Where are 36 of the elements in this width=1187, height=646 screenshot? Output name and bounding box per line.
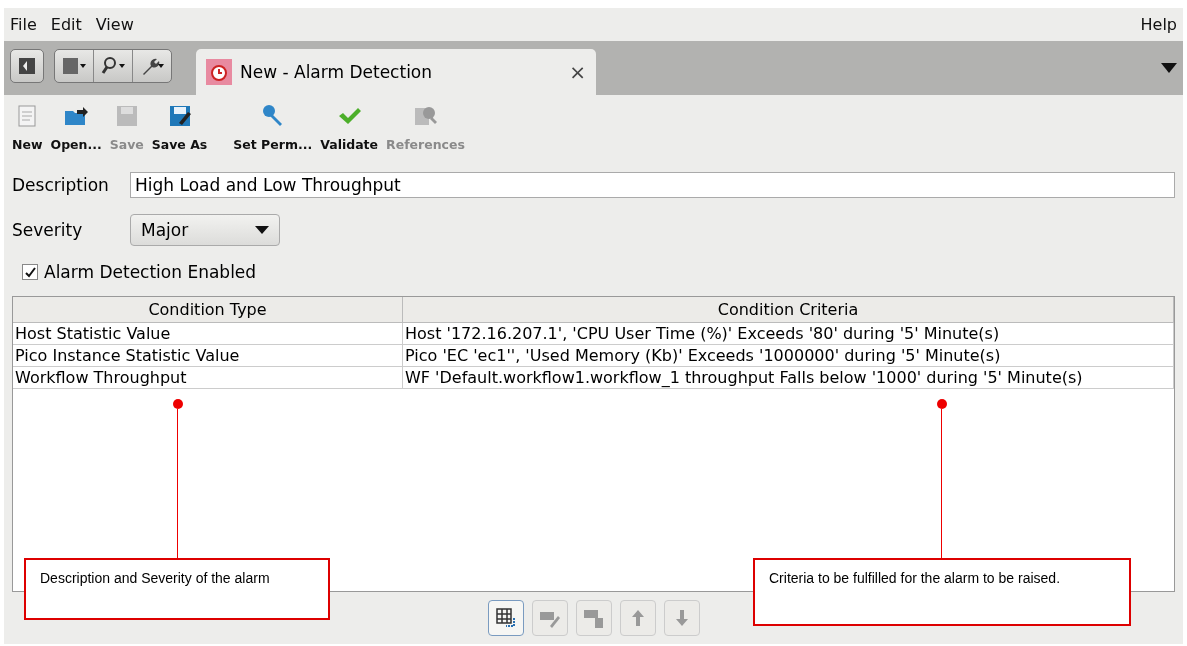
toolbar-button[interactable]: Save As: [151, 103, 208, 152]
row-action-button[interactable]: [487, 600, 524, 636]
marker-dot: [173, 399, 183, 409]
close-icon[interactable]: ×: [569, 60, 586, 84]
table-cell: WF 'Default.workflow1.workflow_1 throughput Falls below '1000' during '5' Minute(s): [403, 367, 1174, 389]
toolbar-button[interactable]: New: [12, 103, 43, 152]
dropdown-caret-icon[interactable]: [1161, 62, 1177, 73]
severity-label: Severity: [12, 220, 84, 240]
toolbar-button[interactable]: Open...: [50, 103, 102, 152]
severity-dropdown[interactable]: Major: [130, 214, 280, 246]
marker-dot: [937, 399, 947, 409]
perspective-icon: [17, 55, 37, 76]
annotation-callout: Description and Severity of the alarm: [24, 558, 330, 620]
table-cell: Pico Instance Statistic Value: [13, 345, 403, 367]
menu-item[interactable]: File: [10, 14, 37, 34]
column-header[interactable]: Condition Criteria: [403, 297, 1174, 323]
description-field[interactable]: High Load and Low Throughput: [130, 172, 1175, 198]
menu-item[interactable]: Help: [1140, 14, 1177, 34]
toolbar-button[interactable]: Validate: [320, 103, 379, 152]
editor-tab[interactable]: New - Alarm Detection ×: [196, 49, 596, 95]
enabled-checkbox[interactable]: [22, 264, 38, 280]
table-cell: Workflow Throughput: [13, 367, 403, 389]
table-cell: Host '172.16.207.1', 'CPU User Time (%)' Exceeds '80' during '5' Minute(s): [403, 323, 1174, 345]
toolbar-button[interactable]: Set Perm...: [233, 103, 313, 152]
menu-item[interactable]: Edit: [50, 14, 82, 34]
description-label: Description: [12, 175, 110, 195]
column-header[interactable]: Condition Type: [13, 297, 403, 323]
add-row-icon: [493, 606, 518, 630]
table-cell: Pico 'EC 'ec1'', 'Used Memory (Kb)' Exceeds '1000000' during '5' Minute(s): [403, 345, 1174, 367]
checkbox-label: Alarm Detection Enabled: [44, 262, 257, 282]
perspective-button[interactable]: [10, 48, 44, 83]
alarm-clock-icon: [206, 59, 232, 85]
caret-icon: [255, 226, 269, 234]
table-cell: Host Statistic Value: [13, 323, 403, 345]
menu-item[interactable]: View: [95, 14, 134, 34]
annotation-callout: Criteria to be fulfilled for the alarm to be raised.: [753, 558, 1131, 626]
